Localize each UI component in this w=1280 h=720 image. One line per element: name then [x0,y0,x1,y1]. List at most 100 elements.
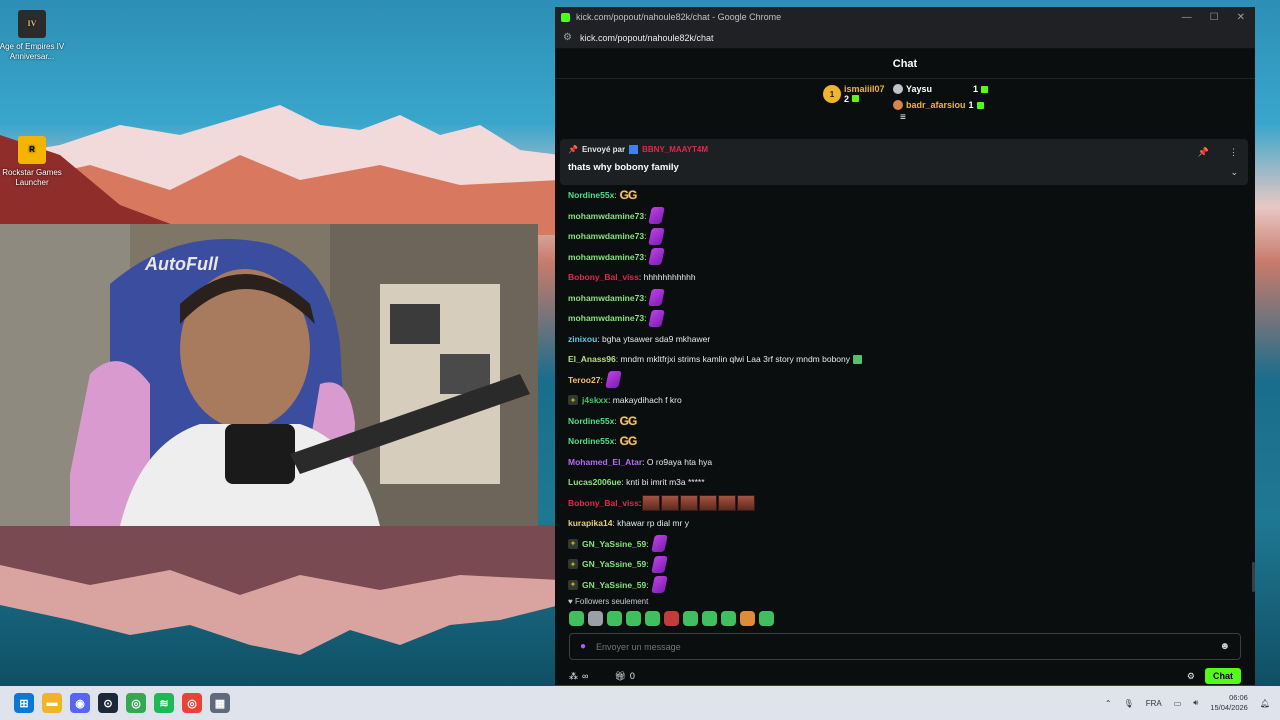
chat-username[interactable]: Nordine55x [568,190,614,200]
check-emote-icon [853,354,863,364]
chat-username[interactable]: Bobony_Bal_viss [568,498,639,508]
emote-button[interactable] [740,611,755,626]
chrome-popout-taskbar-icon[interactable]: ◎ [182,693,202,713]
desktop-icon-age-of-empires[interactable]: IV Age of Empires IV Anniversar... [0,10,67,62]
purple-emote-icon [648,248,666,266]
sent-by-label: Envoyé par [581,145,626,154]
chat-username[interactable]: mohamwdamine73 [568,313,644,323]
points-icon[interactable]: ⁂ [569,671,578,682]
face-emote-icon [680,494,699,511]
chat-message-list: Nordine55x: GG mohamwdamine73: mohamwdamine… [555,185,1255,595]
calculator-icon[interactable]: ▦ [210,693,230,713]
language-indicator[interactable]: FRA [1146,699,1162,708]
chat-message: ✦ j4skxx: makaydihach f kro [568,390,1255,411]
address-bar[interactable]: ⚙ kick.com/popout/nahoule82k/chat [555,27,1255,49]
emote-button[interactable] [626,611,641,626]
chat-message-text: : [614,436,617,447]
chrome-icon[interactable]: ◎ [126,693,146,713]
emote-button[interactable] [759,611,774,626]
chat-username[interactable]: Nordine55x [568,416,614,426]
gift-box-icon[interactable]: 🎁︎ [614,671,625,682]
chat-message: mohamwdamine73: [568,206,1255,227]
network-icon[interactable]: ▭ [1174,699,1182,708]
leaderboard-entry-1[interactable]: 1 ismaiiil07 2 [823,84,885,104]
chat-message: zinixou: bgha ytsawer sda9 mkhawer [568,329,1255,350]
collapse-leaderboard-icon[interactable]: ≡ [900,112,906,123]
microphone-icon[interactable]: ● [580,641,586,652]
chat-username[interactable]: Mohamed_El_Atar [568,457,642,467]
window-titlebar: kick.com/popout/nahoule82k/chat - Google… [555,7,1255,27]
microphone-tray-icon[interactable]: 🎙︎ [1124,699,1134,708]
silver-medal-icon [893,84,903,94]
badge-icon [629,145,639,154]
settings-gear-icon[interactable]: ⚙ [1187,671,1195,682]
file-explorer-icon[interactable]: ▬ [42,693,62,713]
gold-medal-icon: 1 [823,85,841,103]
heart-icon: ♥ [568,597,573,606]
unpin-icon[interactable]: 📌 [1198,147,1209,158]
emote-button[interactable] [664,611,679,626]
leaderboard-entry-2[interactable]: Yaysu 1 [893,84,989,94]
chat-message: Nordine55x: GG [568,431,1255,452]
maximize-icon[interactable]: ☐ [1210,12,1219,23]
spotify-icon[interactable]: ≋ [154,693,174,713]
chat-username[interactable]: Nordine55x [568,436,614,446]
chat-message-text: : [646,538,649,549]
chat-username[interactable]: Teroo27 [568,375,600,385]
chat-message-text: : khawar rp dial mr y [612,518,689,529]
face-emote-icon [661,494,680,511]
face-emote-icon [718,494,737,511]
chevron-up-icon[interactable]: ⌃ [1105,699,1112,708]
emote-button[interactable] [721,611,736,626]
chat-username[interactable]: GN_YaSsine_59 [582,580,646,590]
emote-button[interactable] [569,611,584,626]
emote-button[interactable] [607,611,622,626]
chat-message-input[interactable] [596,641,1220,652]
chat-username[interactable]: mohamwdamine73 [568,231,644,241]
chat-message: Lucas2006ue: knti bi imrit m3a ***** [568,472,1255,493]
chat-scrollbar[interactable] [1252,562,1255,592]
clock[interactable]: 06:06 15/04/2026 [1210,693,1248,713]
emote-button[interactable] [588,611,603,626]
kick-favicon-icon [561,12,570,22]
purple-emote-icon [648,289,666,307]
desktop-icon-rockstar[interactable]: R Rockstar Games Launcher [0,136,67,188]
chat-username[interactable]: j4skxx [582,395,608,405]
windows-start-icon[interactable]: ⊞ [14,693,34,713]
discord-icon[interactable]: ◉ [70,693,90,713]
notifications-icon[interactable]: 🔔︎ [1260,699,1270,708]
quick-emote-bar [569,611,774,626]
chat-username[interactable]: El_Anass96 [568,354,616,364]
chat-input-container[interactable]: ● ☻ [569,633,1241,660]
chat-message-text: : [644,251,647,262]
minimize-icon[interactable]: — [1182,12,1192,23]
emoji-picker-icon[interactable]: ☻ [1219,641,1230,652]
more-options-icon[interactable]: ⋮ [1229,147,1238,158]
chat-message-text: : [644,210,647,221]
gift-leaderboard: 1 ismaiiil07 2 Yaysu 1 badr_afarsiou 1 ≡ [555,79,1255,123]
chat-username[interactable]: mohamwdamine73 [568,293,644,303]
emote-button[interactable] [683,611,698,626]
close-icon[interactable]: ✕ [1237,12,1245,23]
send-chat-button[interactable]: Chat [1205,668,1241,684]
chat-username[interactable]: GN_YaSsine_59 [582,539,646,549]
chat-message-text: : [638,497,642,508]
leaderboard-entry-3[interactable]: badr_afarsiou 1 [893,100,984,110]
chat-username[interactable]: Lucas2006ue [568,477,621,487]
volume-icon[interactable]: 🔊︎ [1193,698,1198,708]
chat-username[interactable]: Bobony_Bal_viss [568,272,639,282]
chat-username[interactable]: GN_YaSsine_59 [582,559,646,569]
chat-username[interactable]: mohamwdamine73 [568,252,644,262]
steam-icon[interactable]: ⊙ [98,693,118,713]
chat-username[interactable]: kurapika14 [568,518,612,528]
emote-button[interactable] [645,611,660,626]
chat-message-text: : [644,292,647,303]
pinned-message: 📌 Envoyé par BBNY_MAAYT4M thats why bobo… [560,139,1248,185]
purple-emote-icon [650,555,668,573]
chat-username[interactable]: zinixou [568,334,597,344]
site-settings-icon[interactable]: ⚙ [563,32,572,43]
chat-username[interactable]: mohamwdamine73 [568,211,644,221]
pinned-sender[interactable]: BBNY_MAAYT4M [642,145,708,154]
chevron-down-icon[interactable]: ⌄ [1230,167,1238,178]
emote-button[interactable] [702,611,717,626]
